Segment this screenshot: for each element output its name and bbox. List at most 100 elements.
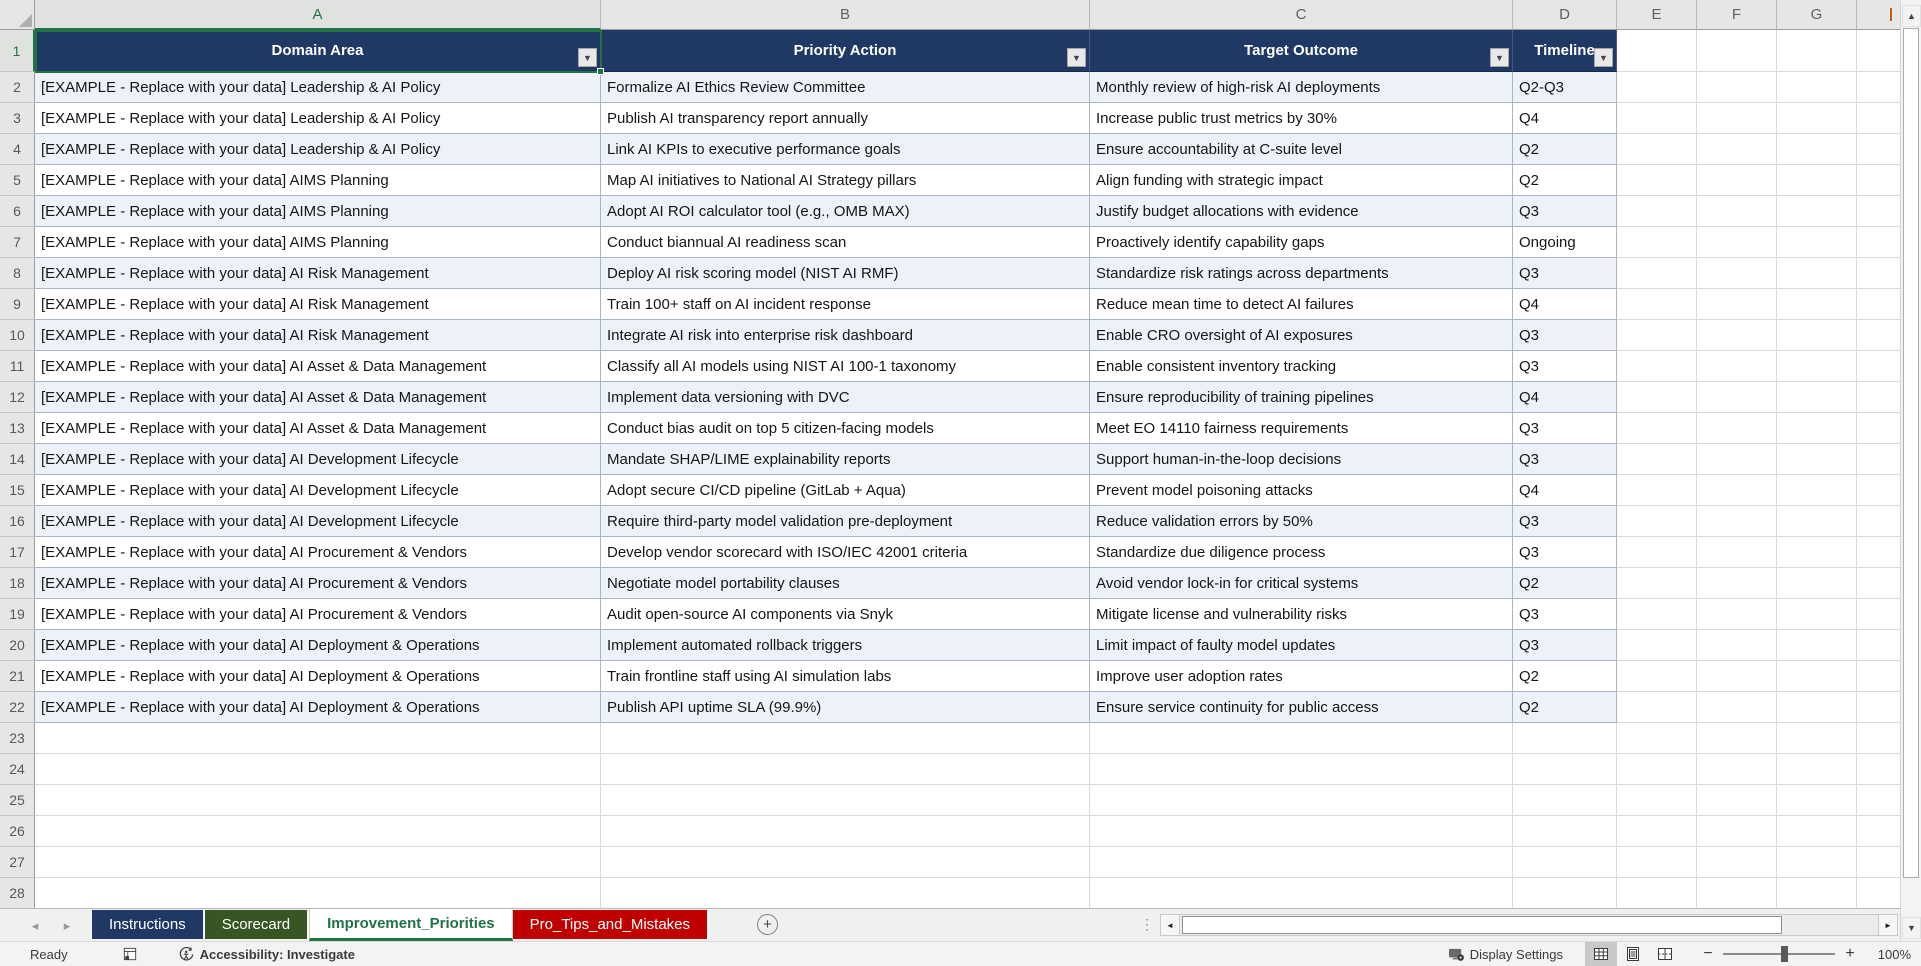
cell-F8[interactable] bbox=[1697, 258, 1777, 289]
cell-F13[interactable] bbox=[1697, 413, 1777, 444]
cell-partial-27[interactable] bbox=[1857, 847, 1900, 878]
cell-D1[interactable]: Timeline ▼ bbox=[1513, 30, 1617, 72]
cell-D7[interactable]: Ongoing bbox=[1513, 227, 1617, 258]
cell-B17[interactable]: Develop vendor scorecard with ISO/IEC 42… bbox=[601, 537, 1090, 568]
cell-E21[interactable] bbox=[1617, 661, 1697, 692]
cell-C13[interactable]: Meet EO 14110 fairness requirements bbox=[1090, 413, 1513, 444]
cell-F25[interactable] bbox=[1697, 785, 1777, 816]
cell-D8[interactable]: Q3 bbox=[1513, 258, 1617, 289]
cell-B12[interactable]: Implement data versioning with DVC bbox=[601, 382, 1090, 413]
cell-B13[interactable]: Conduct bias audit on top 5 citizen-faci… bbox=[601, 413, 1090, 444]
cell-D26[interactable] bbox=[1513, 816, 1617, 847]
row-header-21[interactable]: 21 bbox=[0, 661, 35, 692]
horizontal-scrollbar[interactable]: ◄ ► bbox=[1160, 914, 1898, 936]
cell-C4[interactable]: Ensure accountability at C-suite level bbox=[1090, 134, 1513, 165]
cell-C25[interactable] bbox=[1090, 785, 1513, 816]
horizontal-scrollbar-track[interactable] bbox=[1180, 914, 1878, 936]
cell-A3[interactable]: [EXAMPLE - Replace with your data] Leade… bbox=[35, 103, 601, 134]
cell-C19[interactable]: Mitigate license and vulnerability risks bbox=[1090, 599, 1513, 630]
cell-F24[interactable] bbox=[1697, 754, 1777, 785]
cell-B14[interactable]: Mandate SHAP/LIME explainability reports bbox=[601, 444, 1090, 475]
cell-F5[interactable] bbox=[1697, 165, 1777, 196]
cell-E16[interactable] bbox=[1617, 506, 1697, 537]
cell-B8[interactable]: Deploy AI risk scoring model (NIST AI RM… bbox=[601, 258, 1090, 289]
row-header-15[interactable]: 15 bbox=[0, 475, 35, 506]
cell-partial-21[interactable] bbox=[1857, 661, 1900, 692]
cell-C22[interactable]: Ensure service continuity for public acc… bbox=[1090, 692, 1513, 723]
cell-G9[interactable] bbox=[1777, 289, 1857, 320]
sheet-tab-instructions[interactable]: Instructions bbox=[92, 910, 205, 939]
column-header-E[interactable]: E bbox=[1617, 0, 1697, 30]
cell-F15[interactable] bbox=[1697, 475, 1777, 506]
cell-B15[interactable]: Adopt secure CI/CD pipeline (GitLab + Aq… bbox=[601, 475, 1090, 506]
cell-D25[interactable] bbox=[1513, 785, 1617, 816]
cell-E5[interactable] bbox=[1617, 165, 1697, 196]
sheet-tab-scorecard[interactable]: Scorecard bbox=[204, 910, 310, 939]
cell-A26[interactable] bbox=[35, 816, 601, 847]
cell-A17[interactable]: [EXAMPLE - Replace with your data] AI Pr… bbox=[35, 537, 601, 568]
cell-D17[interactable]: Q3 bbox=[1513, 537, 1617, 568]
row-header-10[interactable]: 10 bbox=[0, 320, 35, 351]
row-header-28[interactable]: 28 bbox=[0, 878, 35, 908]
cell-B25[interactable] bbox=[601, 785, 1090, 816]
cell-A25[interactable] bbox=[35, 785, 601, 816]
cell-D23[interactable] bbox=[1513, 723, 1617, 754]
cell-D4[interactable]: Q2 bbox=[1513, 134, 1617, 165]
cell-G23[interactable] bbox=[1777, 723, 1857, 754]
cell-C26[interactable] bbox=[1090, 816, 1513, 847]
cell-B6[interactable]: Adopt AI ROI calculator tool (e.g., OMB … bbox=[601, 196, 1090, 227]
select-all-button[interactable] bbox=[0, 0, 35, 30]
cell-D14[interactable]: Q3 bbox=[1513, 444, 1617, 475]
column-header-partial[interactable] bbox=[1857, 0, 1900, 30]
cell-A2[interactable]: [EXAMPLE - Replace with your data] Leade… bbox=[35, 72, 601, 103]
column-header-G[interactable]: G bbox=[1777, 0, 1857, 30]
cell-partial-13[interactable] bbox=[1857, 413, 1900, 444]
zoom-slider[interactable] bbox=[1723, 946, 1835, 962]
row-header-5[interactable]: 5 bbox=[0, 165, 35, 196]
cell-A14[interactable]: [EXAMPLE - Replace with your data] AI De… bbox=[35, 444, 601, 475]
cell-F3[interactable] bbox=[1697, 103, 1777, 134]
cell-G13[interactable] bbox=[1777, 413, 1857, 444]
row-header-13[interactable]: 13 bbox=[0, 413, 35, 444]
cell-E6[interactable] bbox=[1617, 196, 1697, 227]
filter-dropdown-button-A[interactable]: ▼ bbox=[578, 48, 597, 67]
cell-E28[interactable] bbox=[1617, 878, 1697, 908]
zoom-slider-thumb[interactable] bbox=[1781, 946, 1788, 962]
cell-E7[interactable] bbox=[1617, 227, 1697, 258]
cell-G16[interactable] bbox=[1777, 506, 1857, 537]
cell-A23[interactable] bbox=[35, 723, 601, 754]
cell-G22[interactable] bbox=[1777, 692, 1857, 723]
cell-D3[interactable]: Q4 bbox=[1513, 103, 1617, 134]
cell-D27[interactable] bbox=[1513, 847, 1617, 878]
cell-E19[interactable] bbox=[1617, 599, 1697, 630]
cell-G2[interactable] bbox=[1777, 72, 1857, 103]
cell-C27[interactable] bbox=[1090, 847, 1513, 878]
cell-C23[interactable] bbox=[1090, 723, 1513, 754]
cell-A13[interactable]: [EXAMPLE - Replace with your data] AI As… bbox=[35, 413, 601, 444]
scroll-down-button[interactable]: ▼ bbox=[1902, 917, 1921, 939]
cell-F17[interactable] bbox=[1697, 537, 1777, 568]
row-header-7[interactable]: 7 bbox=[0, 227, 35, 258]
cell-partial-10[interactable] bbox=[1857, 320, 1900, 351]
cell-G11[interactable] bbox=[1777, 351, 1857, 382]
sheet-tab-pro_tips_and_mistakes[interactable]: Pro_Tips_and_Mistakes bbox=[512, 910, 709, 939]
cell-E11[interactable] bbox=[1617, 351, 1697, 382]
cell-C12[interactable]: Ensure reproducibility of training pipel… bbox=[1090, 382, 1513, 413]
cell-B4[interactable]: Link AI KPIs to executive performance go… bbox=[601, 134, 1090, 165]
normal-view-button[interactable] bbox=[1585, 942, 1617, 966]
cell-F22[interactable] bbox=[1697, 692, 1777, 723]
cell-partial-17[interactable] bbox=[1857, 537, 1900, 568]
cell-partial-15[interactable] bbox=[1857, 475, 1900, 506]
row-header-2[interactable]: 2 bbox=[0, 72, 35, 103]
cell-G24[interactable] bbox=[1777, 754, 1857, 785]
cell-C2[interactable]: Monthly review of high-risk AI deploymen… bbox=[1090, 72, 1513, 103]
cell-C10[interactable]: Enable CRO oversight of AI exposures bbox=[1090, 320, 1513, 351]
row-header-16[interactable]: 16 bbox=[0, 506, 35, 537]
cell-C1[interactable]: Target Outcome ▼ bbox=[1090, 30, 1513, 72]
cell-F21[interactable] bbox=[1697, 661, 1777, 692]
cell-F20[interactable] bbox=[1697, 630, 1777, 661]
cell-partial-1[interactable] bbox=[1857, 30, 1900, 72]
cell-C9[interactable]: Reduce mean time to detect AI failures bbox=[1090, 289, 1513, 320]
cell-partial-25[interactable] bbox=[1857, 785, 1900, 816]
cell-F2[interactable] bbox=[1697, 72, 1777, 103]
